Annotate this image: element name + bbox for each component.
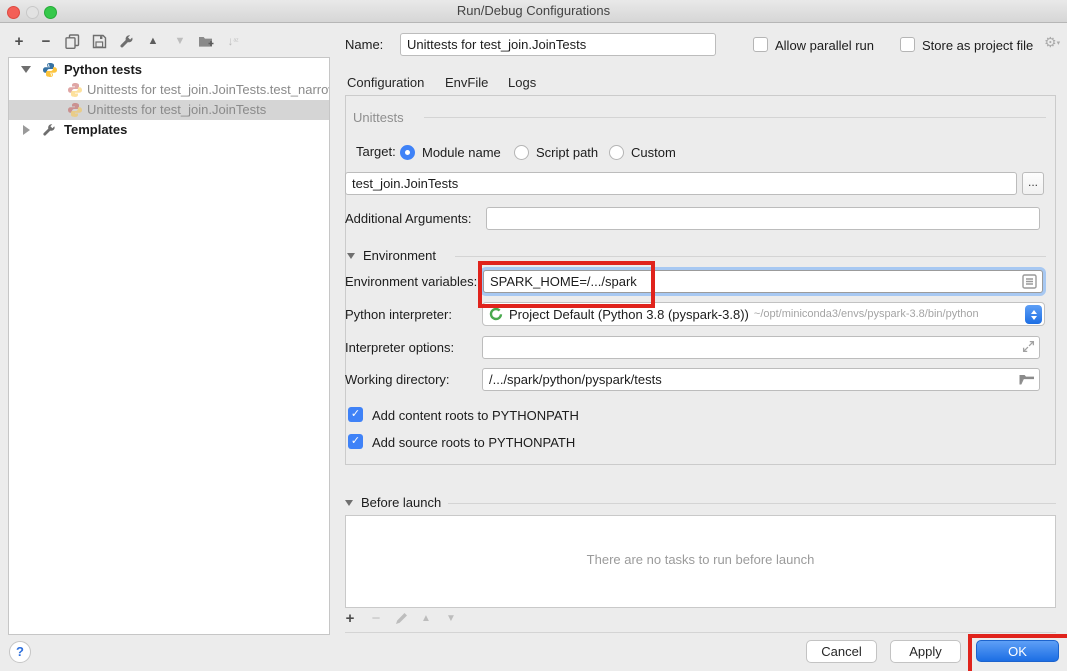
- target-custom-radio[interactable]: [609, 145, 624, 160]
- collapse-before-launch-icon[interactable]: [345, 500, 353, 506]
- tree-item-label[interactable]: Templates: [64, 122, 127, 137]
- chevron-down-icon[interactable]: [21, 66, 31, 73]
- ok-button[interactable]: OK: [976, 640, 1059, 662]
- additional-arguments-label: Additional Arguments:: [345, 211, 471, 226]
- allow-parallel-run-label: Allow parallel run: [775, 38, 874, 53]
- add-source-roots-label: Add source roots to PYTHONPATH: [372, 435, 575, 450]
- window-title: Run/Debug Configurations: [0, 3, 1067, 18]
- python-tests-icon: [42, 62, 58, 78]
- collapse-environment-icon[interactable]: [347, 253, 355, 259]
- python-test-config-icon: [67, 102, 83, 118]
- move-task-up-icon: ▲: [416, 608, 436, 628]
- chevron-right-icon[interactable]: [23, 125, 30, 135]
- configurations-tree: Python tests Unittests for test_join.Joi…: [8, 57, 330, 635]
- expand-field-icon[interactable]: [1022, 340, 1035, 358]
- tree-item-label[interactable]: Unittests for test_join.JoinTests.test_n…: [87, 82, 329, 97]
- environment-variables-input[interactable]: [483, 270, 1043, 293]
- store-as-project-file-checkbox[interactable]: [900, 37, 915, 52]
- target-script-path-radio[interactable]: [514, 145, 529, 160]
- section-divider: [455, 256, 1046, 257]
- working-directory-label: Working directory:: [345, 372, 450, 387]
- remove-task-icon: −: [366, 608, 386, 628]
- section-divider: [448, 503, 1056, 504]
- move-task-down-icon: ▼: [441, 608, 461, 628]
- python-interpreter-value: Project Default (Python 3.8 (pyspark-3.8…: [509, 307, 749, 322]
- sort-alphabetically-icon: ↓ᵃᶻ: [223, 31, 243, 51]
- section-divider: [424, 117, 1046, 118]
- before-launch-task-list: There are no tasks to run before launch: [345, 515, 1056, 608]
- new-folder-icon[interactable]: [196, 31, 216, 51]
- edit-templates-icon[interactable]: [116, 31, 136, 51]
- add-content-roots-label: Add content roots to PYTHONPATH: [372, 408, 579, 423]
- working-directory-input[interactable]: [482, 368, 1040, 391]
- tab-configuration[interactable]: Configuration: [347, 70, 424, 98]
- python-interpreter-path: ~/opt/miniconda3/envs/pyspark-3.8/bin/py…: [754, 308, 979, 320]
- target-module-name-radio[interactable]: [400, 145, 415, 160]
- add-content-roots-checkbox[interactable]: ✓: [348, 407, 363, 422]
- folder-icon[interactable]: [1019, 372, 1035, 391]
- move-down-icon: ▼: [170, 31, 190, 51]
- apply-button[interactable]: Apply: [890, 640, 961, 663]
- target-label: Target:: [356, 144, 396, 159]
- conda-env-icon: [489, 307, 503, 321]
- gear-icon[interactable]: ⚙▾: [1044, 34, 1060, 51]
- before-launch-empty-message: There are no tasks to run before launch: [346, 552, 1055, 567]
- save-icon[interactable]: [89, 31, 109, 51]
- add-task-icon[interactable]: +: [340, 608, 360, 628]
- allow-parallel-run-checkbox[interactable]: [753, 37, 768, 52]
- interpreter-options-input[interactable]: [482, 336, 1040, 359]
- environment-variables-label: Environment variables:: [345, 274, 477, 289]
- target-custom-label: Custom: [631, 145, 676, 160]
- name-label: Name:: [345, 37, 383, 52]
- python-interpreter-select[interactable]: Project Default (Python 3.8 (pyspark-3.8…: [482, 302, 1045, 326]
- move-up-icon[interactable]: ▲: [143, 31, 163, 51]
- copy-icon[interactable]: [62, 31, 82, 51]
- target-script-path-label: Script path: [536, 145, 598, 160]
- dropdown-stepper-icon[interactable]: [1025, 305, 1042, 324]
- templates-icon: [42, 123, 58, 139]
- interpreter-options-label: Interpreter options:: [345, 340, 454, 355]
- module-name-input[interactable]: [345, 172, 1017, 195]
- edit-task-icon: [391, 608, 411, 628]
- before-launch-section-label: Before launch: [361, 495, 441, 510]
- tree-item-unittests-test-narrow[interactable]: Unittests for test_join.JoinTests.test_n…: [9, 80, 329, 100]
- target-module-name-label: Module name: [422, 145, 501, 160]
- environment-section-label: Environment: [363, 248, 436, 263]
- tree-item-label[interactable]: Unittests for test_join.JoinTests: [87, 102, 266, 117]
- browse-env-vars-icon[interactable]: [1022, 274, 1037, 294]
- cancel-button[interactable]: Cancel: [806, 640, 877, 663]
- store-as-project-file-label: Store as project file: [922, 38, 1033, 53]
- tree-item-unittests-jointests-selected[interactable]: Unittests for test_join.JoinTests: [9, 100, 329, 120]
- footer-divider: [345, 632, 1056, 633]
- tree-item-python-tests[interactable]: Python tests: [9, 60, 329, 80]
- add-source-roots-checkbox[interactable]: ✓: [348, 434, 363, 449]
- run-debug-configurations-dialog: Run/Debug Configurations + − ▲ ▼ ↓ᵃᶻ Pyt…: [0, 0, 1067, 671]
- remove-icon[interactable]: −: [36, 31, 56, 51]
- tree-item-label[interactable]: Python tests: [64, 62, 142, 77]
- title-bar: Run/Debug Configurations: [0, 0, 1067, 23]
- tab-logs[interactable]: Logs: [508, 70, 536, 95]
- python-test-config-icon: [67, 82, 83, 98]
- help-button[interactable]: ?: [9, 641, 31, 663]
- add-icon[interactable]: +: [9, 31, 29, 51]
- tree-item-templates[interactable]: Templates: [9, 120, 329, 140]
- unittests-section-label: Unittests: [353, 110, 404, 125]
- name-input[interactable]: [400, 33, 716, 56]
- tab-envfile[interactable]: EnvFile: [445, 70, 488, 95]
- additional-arguments-input[interactable]: [486, 207, 1040, 230]
- browse-module-button[interactable]: ...: [1022, 172, 1044, 195]
- python-interpreter-label: Python interpreter:: [345, 307, 452, 322]
